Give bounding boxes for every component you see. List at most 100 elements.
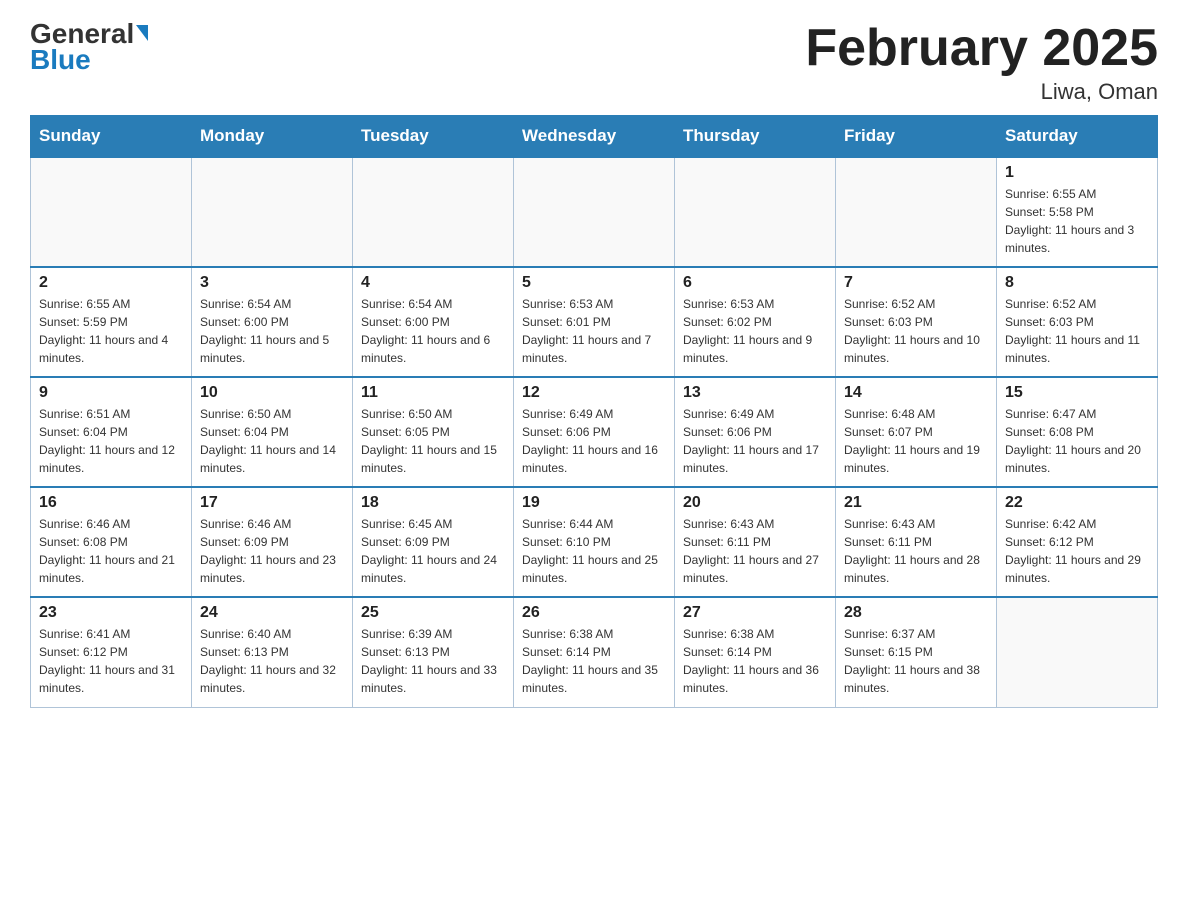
day-number: 16: [39, 494, 183, 512]
day-number: 3: [200, 274, 344, 292]
day-number: 6: [683, 274, 827, 292]
calendar-cell: [31, 157, 192, 267]
calendar-cell: [353, 157, 514, 267]
day-info: Sunrise: 6:49 AM Sunset: 6:06 PM Dayligh…: [683, 405, 827, 477]
day-number: 21: [844, 494, 988, 512]
day-number: 18: [361, 494, 505, 512]
day-info: Sunrise: 6:49 AM Sunset: 6:06 PM Dayligh…: [522, 405, 666, 477]
day-number: 25: [361, 604, 505, 622]
day-info: Sunrise: 6:51 AM Sunset: 6:04 PM Dayligh…: [39, 405, 183, 477]
day-info: Sunrise: 6:47 AM Sunset: 6:08 PM Dayligh…: [1005, 405, 1149, 477]
calendar-cell: 15 Sunrise: 6:47 AM Sunset: 6:08 PM Dayli…: [997, 377, 1158, 487]
day-number: 20: [683, 494, 827, 512]
day-info: Sunrise: 6:41 AM Sunset: 6:12 PM Dayligh…: [39, 625, 183, 697]
day-number: 22: [1005, 494, 1149, 512]
calendar-week-5: 23 Sunrise: 6:41 AM Sunset: 6:12 PM Dayli…: [31, 597, 1158, 707]
calendar-cell: 11 Sunrise: 6:50 AM Sunset: 6:05 PM Dayli…: [353, 377, 514, 487]
location-text: Liwa, Oman: [805, 79, 1158, 105]
calendar-title: February 2025: [805, 20, 1158, 77]
calendar-cell: 24 Sunrise: 6:40 AM Sunset: 6:13 PM Dayli…: [192, 597, 353, 707]
calendar-cell: 10 Sunrise: 6:50 AM Sunset: 6:04 PM Dayli…: [192, 377, 353, 487]
calendar-header-thursday: Thursday: [675, 116, 836, 158]
day-info: Sunrise: 6:39 AM Sunset: 6:13 PM Dayligh…: [361, 625, 505, 697]
day-info: Sunrise: 6:52 AM Sunset: 6:03 PM Dayligh…: [1005, 295, 1149, 367]
day-info: Sunrise: 6:54 AM Sunset: 6:00 PM Dayligh…: [361, 295, 505, 367]
logo: General Blue: [30, 20, 148, 76]
calendar-cell: 17Sunrise: 6:46 AM Sunset: 6:09 PM Dayli…: [192, 487, 353, 597]
calendar-cell: [192, 157, 353, 267]
day-number: 28: [844, 604, 988, 622]
calendar-cell: 2 Sunrise: 6:55 AM Sunset: 5:59 PM Daylig…: [31, 267, 192, 377]
calendar-cell: 12 Sunrise: 6:49 AM Sunset: 6:06 PM Dayli…: [514, 377, 675, 487]
calendar-cell: 7 Sunrise: 6:52 AM Sunset: 6:03 PM Daylig…: [836, 267, 997, 377]
day-number: 1: [1005, 164, 1149, 182]
calendar-cell: [997, 597, 1158, 707]
calendar-cell: 19 Sunrise: 6:44 AM Sunset: 6:10 PM Dayli…: [514, 487, 675, 597]
day-info: Sunrise: 6:53 AM Sunset: 6:02 PM Dayligh…: [683, 295, 827, 367]
day-info: Sunrise: 6:46 AM Sunset: 6:08 PM Dayligh…: [39, 515, 183, 587]
day-number: 27: [683, 604, 827, 622]
calendar-cell: 6 Sunrise: 6:53 AM Sunset: 6:02 PM Daylig…: [675, 267, 836, 377]
day-number: 23: [39, 604, 183, 622]
calendar-cell: 25 Sunrise: 6:39 AM Sunset: 6:13 PM Dayli…: [353, 597, 514, 707]
calendar-header-sunday: Sunday: [31, 116, 192, 158]
calendar-header-monday: Monday: [192, 116, 353, 158]
calendar-cell: 18 Sunrise: 6:45 AM Sunset: 6:09 PM Dayli…: [353, 487, 514, 597]
calendar-cell: 22 Sunrise: 6:42 AM Sunset: 6:12 PM Dayli…: [997, 487, 1158, 597]
day-info: Sunrise: 6:43 AM Sunset: 6:11 PM Dayligh…: [683, 515, 827, 587]
calendar-cell: 16 Sunrise: 6:46 AM Sunset: 6:08 PM Dayli…: [31, 487, 192, 597]
day-info: Sunrise: 6:52 AM Sunset: 6:03 PM Dayligh…: [844, 295, 988, 367]
day-info: Sunrise: 6:45 AM Sunset: 6:09 PM Dayligh…: [361, 515, 505, 587]
calendar-cell: 8 Sunrise: 6:52 AM Sunset: 6:03 PM Daylig…: [997, 267, 1158, 377]
calendar-cell: 21 Sunrise: 6:43 AM Sunset: 6:11 PM Dayli…: [836, 487, 997, 597]
day-number: 2: [39, 274, 183, 292]
calendar-cell: 4 Sunrise: 6:54 AM Sunset: 6:00 PM Daylig…: [353, 267, 514, 377]
calendar-week-2: 2 Sunrise: 6:55 AM Sunset: 5:59 PM Daylig…: [31, 267, 1158, 377]
day-number: 24: [200, 604, 344, 622]
calendar-week-1: 1 Sunrise: 6:55 AM Sunset: 5:58 PM Daylig…: [31, 157, 1158, 267]
day-info: Sunrise: 6:53 AM Sunset: 6:01 PM Dayligh…: [522, 295, 666, 367]
day-number: 19: [522, 494, 666, 512]
calendar-cell: 13Sunrise: 6:49 AM Sunset: 6:06 PM Dayli…: [675, 377, 836, 487]
logo-triangle-icon: [136, 25, 148, 41]
logo-blue-text: Blue: [30, 44, 91, 76]
day-number: 4: [361, 274, 505, 292]
day-info: Sunrise: 6:38 AM Sunset: 6:14 PM Dayligh…: [683, 625, 827, 697]
day-info: Sunrise: 6:37 AM Sunset: 6:15 PM Dayligh…: [844, 625, 988, 697]
calendar-week-3: 9 Sunrise: 6:51 AM Sunset: 6:04 PM Daylig…: [31, 377, 1158, 487]
day-number: 5: [522, 274, 666, 292]
day-number: 9: [39, 384, 183, 402]
day-info: Sunrise: 6:54 AM Sunset: 6:00 PM Dayligh…: [200, 295, 344, 367]
day-number: 7: [844, 274, 988, 292]
calendar-cell: 28 Sunrise: 6:37 AM Sunset: 6:15 PM Dayli…: [836, 597, 997, 707]
calendar-cell: [675, 157, 836, 267]
page-header: General Blue February 2025 Liwa, Oman: [30, 20, 1158, 105]
day-info: Sunrise: 6:42 AM Sunset: 6:12 PM Dayligh…: [1005, 515, 1149, 587]
day-info: Sunrise: 6:55 AM Sunset: 5:59 PM Dayligh…: [39, 295, 183, 367]
day-info: Sunrise: 6:40 AM Sunset: 6:13 PM Dayligh…: [200, 625, 344, 697]
day-info: Sunrise: 6:44 AM Sunset: 6:10 PM Dayligh…: [522, 515, 666, 587]
day-info: Sunrise: 6:50 AM Sunset: 6:05 PM Dayligh…: [361, 405, 505, 477]
calendar-cell: 26Sunrise: 6:38 AM Sunset: 6:14 PM Dayli…: [514, 597, 675, 707]
calendar-cell: 14 Sunrise: 6:48 AM Sunset: 6:07 PM Dayli…: [836, 377, 997, 487]
day-number: 8: [1005, 274, 1149, 292]
calendar-header-tuesday: Tuesday: [353, 116, 514, 158]
day-number: 14: [844, 384, 988, 402]
day-number: 11: [361, 384, 505, 402]
calendar-cell: 1 Sunrise: 6:55 AM Sunset: 5:58 PM Daylig…: [997, 157, 1158, 267]
calendar-header-wednesday: Wednesday: [514, 116, 675, 158]
day-info: Sunrise: 6:38 AM Sunset: 6:14 PM Dayligh…: [522, 625, 666, 697]
calendar-header-saturday: Saturday: [997, 116, 1158, 158]
calendar-cell: 23 Sunrise: 6:41 AM Sunset: 6:12 PM Dayli…: [31, 597, 192, 707]
calendar-header-row: SundayMondayTuesdayWednesdayThursdayFrid…: [31, 116, 1158, 158]
calendar-cell: 20 Sunrise: 6:43 AM Sunset: 6:11 PM Dayli…: [675, 487, 836, 597]
day-number: 12: [522, 384, 666, 402]
day-info: Sunrise: 6:50 AM Sunset: 6:04 PM Dayligh…: [200, 405, 344, 477]
calendar-table: SundayMondayTuesdayWednesdayThursdayFrid…: [30, 115, 1158, 708]
day-info: Sunrise: 6:48 AM Sunset: 6:07 PM Dayligh…: [844, 405, 988, 477]
calendar-cell: 3 Sunrise: 6:54 AM Sunset: 6:00 PM Daylig…: [192, 267, 353, 377]
day-number: 15: [1005, 384, 1149, 402]
day-info: Sunrise: 6:55 AM Sunset: 5:58 PM Dayligh…: [1005, 185, 1149, 257]
day-info: Sunrise: 6:43 AM Sunset: 6:11 PM Dayligh…: [844, 515, 988, 587]
day-number: 10: [200, 384, 344, 402]
